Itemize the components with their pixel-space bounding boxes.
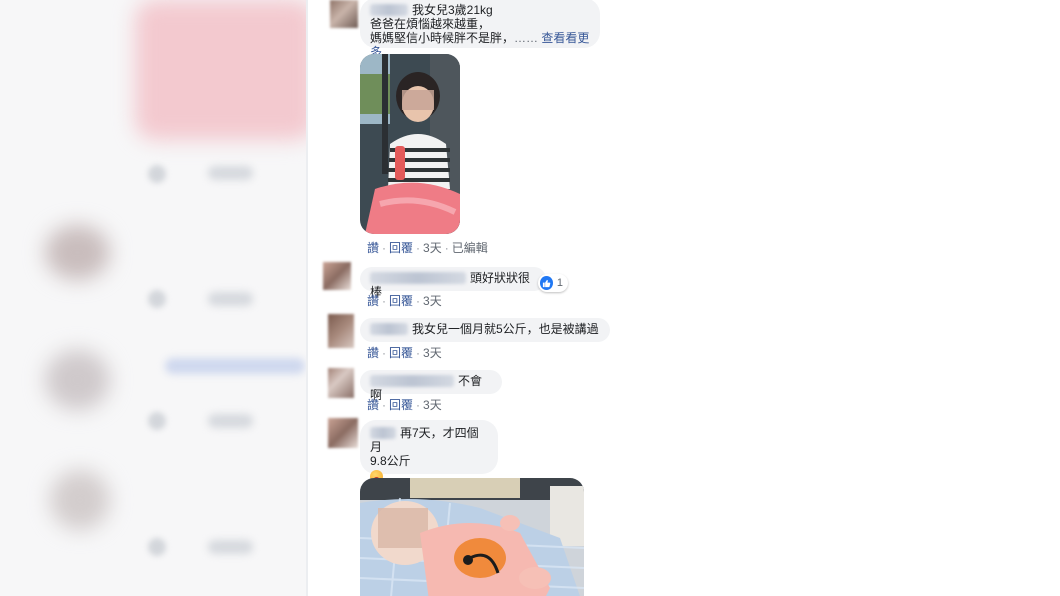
comment-bubble: 不會啊 xyxy=(360,370,502,402)
like-link[interactable]: 讚 xyxy=(367,398,379,412)
ellipsis: …… xyxy=(514,31,539,45)
like-reaction-icon xyxy=(540,276,553,290)
blurred-icon xyxy=(148,290,166,308)
blurred-text xyxy=(208,414,253,428)
like-link[interactable]: 讚 xyxy=(367,346,379,360)
comment-feed: 我女兒3歲21kg 爸爸在煩惱越來越重， 媽媽堅信小時候胖不是胖，…… 查看看更… xyxy=(308,0,748,596)
blurred-avatar xyxy=(45,225,110,280)
blurred-username[interactable] xyxy=(370,427,396,439)
comment-text: 爸爸在煩惱越來越重， xyxy=(370,17,491,31)
blurred-username[interactable] xyxy=(370,375,454,387)
comment-actions: 讚 · 回覆 · 3天 xyxy=(367,398,442,412)
blurred-username[interactable] xyxy=(370,272,466,284)
blurred-background-left xyxy=(0,0,308,596)
comment-text: 媽媽堅信小時候胖不是胖， xyxy=(370,31,515,45)
blurred-text xyxy=(165,358,305,374)
reply-link[interactable]: 回覆 xyxy=(389,241,413,255)
blurred-text xyxy=(208,292,253,306)
comment-bubble: 頭好狀狀很棒 xyxy=(360,267,546,299)
blurred-text xyxy=(208,166,253,180)
like-link[interactable]: 讚 xyxy=(367,294,379,308)
comment-bubble: 我女兒3歲21kg 爸爸在煩惱越來越重， 媽媽堅信小時候胖不是胖，…… 查看看更… xyxy=(360,0,600,59)
blurred-icon xyxy=(148,412,166,430)
avatar[interactable] xyxy=(323,262,351,290)
avatar[interactable] xyxy=(328,368,354,398)
avatar[interactable] xyxy=(328,314,354,348)
timestamp[interactable]: 3天 xyxy=(423,294,442,308)
comment-photo-baby[interactable] xyxy=(360,478,584,596)
comment-actions: 讚 · 回覆 · 3天 xyxy=(367,294,442,308)
timestamp[interactable]: 3天 xyxy=(423,346,442,360)
blurred-username[interactable] xyxy=(370,323,408,335)
comment-text: 我女兒一個月就5公斤，也是被講過 xyxy=(412,322,599,336)
like-link[interactable]: 讚 xyxy=(367,241,379,255)
blurred-text xyxy=(208,540,253,554)
avatar[interactable] xyxy=(330,0,358,28)
reply-link[interactable]: 回覆 xyxy=(389,294,413,308)
blurred-icon xyxy=(148,538,166,556)
comment-actions: 讚 · 回覆 · 3天 xyxy=(367,346,442,360)
blurred-username[interactable] xyxy=(370,4,408,16)
edited-label[interactable]: 已編輯 xyxy=(452,241,488,255)
blurred-photo xyxy=(135,0,308,140)
comment-bubble: 我女兒一個月就5公斤，也是被講過 xyxy=(360,318,610,342)
comment-text: 我女兒3歲21kg xyxy=(412,3,493,17)
avatar[interactable] xyxy=(328,418,358,448)
blurred-avatar xyxy=(50,470,110,530)
comment-text: 9.8公斤 xyxy=(370,454,411,468)
reaction-count: 1 xyxy=(556,277,563,289)
comment-photo-girl[interactable] xyxy=(360,54,460,234)
blurred-avatar xyxy=(45,350,110,410)
girl-photo-image xyxy=(360,54,460,234)
reply-link[interactable]: 回覆 xyxy=(389,398,413,412)
blurred-icon xyxy=(148,165,166,183)
comment-actions: 讚 · 回覆 · 3天 · 已編輯 xyxy=(367,241,488,255)
reaction-badge[interactable]: 1 xyxy=(538,274,568,292)
comment-bubble: 再7天，才四個月 9.8公斤 xyxy=(360,420,498,483)
timestamp[interactable]: 3天 xyxy=(423,241,442,255)
reply-link[interactable]: 回覆 xyxy=(389,346,413,360)
timestamp[interactable]: 3天 xyxy=(423,398,442,412)
baby-photo-image xyxy=(360,478,584,596)
